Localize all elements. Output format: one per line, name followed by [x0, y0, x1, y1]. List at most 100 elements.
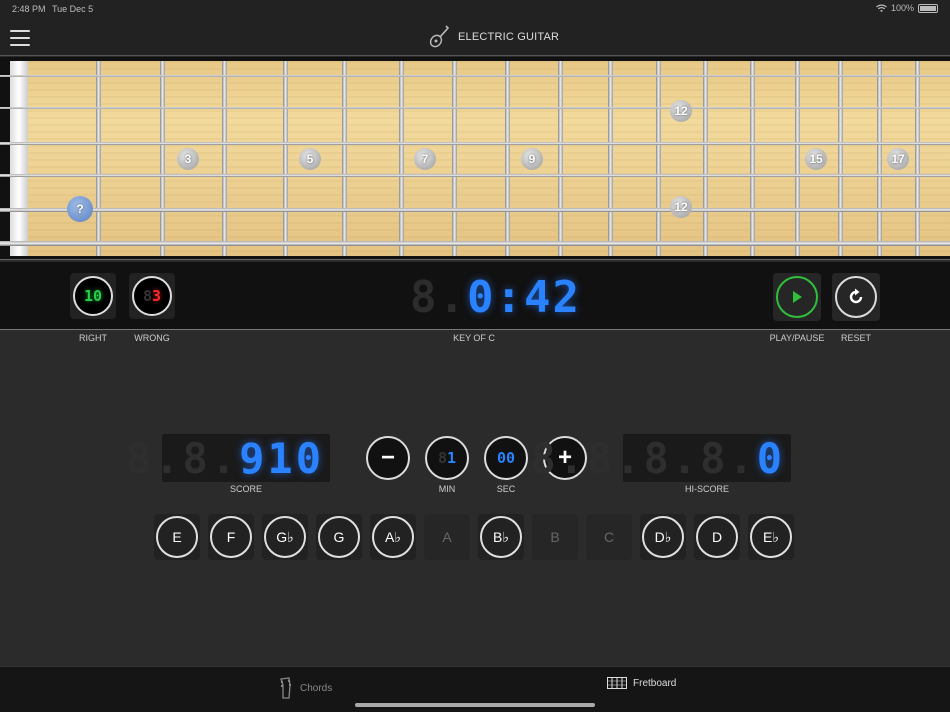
status-date: Tue Dec 5 — [52, 4, 94, 14]
fret-marker-12-bottom: 12 — [670, 196, 692, 218]
note-button-label: B♭ — [480, 516, 522, 558]
guitar-string — [0, 107, 950, 109]
reset-label: RESET — [840, 333, 871, 343]
status-bar: 2:48 PM Tue Dec 5 100% — [0, 0, 950, 18]
timer-display: 8. 0:42 — [410, 271, 579, 323]
note-button[interactable]: E♭ — [748, 514, 794, 560]
hiscore-label: HI-SCORE — [684, 484, 729, 494]
note-button[interactable]: C — [586, 514, 632, 560]
seconds-display: 00 — [484, 436, 528, 480]
fret-marker-15: 15 — [805, 148, 827, 170]
timer-ghost: 8. — [410, 271, 467, 323]
note-button-label: C — [603, 529, 615, 545]
fret-wire — [877, 61, 882, 256]
page-title: ELECTRIC GUITAR — [458, 31, 560, 43]
tab-chords[interactable]: Chords — [278, 677, 332, 699]
fret-wire — [222, 61, 227, 256]
right-count: 10 — [83, 287, 103, 305]
fret-wire — [703, 61, 708, 256]
fret-wire — [656, 61, 661, 256]
tab-chords-label: Chords — [300, 682, 333, 694]
fret-wire — [558, 61, 563, 256]
note-buttons: E F G♭ G A♭ A B♭ B C D♭ D E♭ — [154, 514, 794, 560]
right-counter-ring: 10 — [73, 276, 113, 316]
timer-value: 0:42 — [466, 271, 581, 323]
fret-marker-3: 3 — [177, 148, 199, 170]
note-button[interactable]: E — [154, 514, 200, 560]
wrong-label: WRONG — [134, 333, 170, 343]
hiscore-display: 8.8.8.8. 0 — [530, 433, 791, 483]
fret-wire — [283, 61, 288, 256]
fret-marker-17: 17 — [887, 148, 909, 170]
fret-marker-7: 7 — [414, 148, 436, 170]
note-button-label: A — [442, 529, 452, 545]
wrong-ghost-digit: 8 — [142, 287, 152, 305]
play-ring — [776, 276, 818, 318]
hamburger-line — [10, 44, 30, 46]
fret-wire — [96, 61, 101, 256]
menu-button[interactable] — [10, 30, 30, 46]
control-strip: 10 83 8. 0:42 — [0, 262, 950, 330]
fret-marker-12-top: 12 — [670, 100, 692, 122]
fret-wire — [399, 61, 404, 256]
score-ghost: 8.8. — [125, 433, 240, 483]
fret-wire — [342, 61, 347, 256]
guitar-string — [0, 75, 950, 77]
fret-wire — [750, 61, 755, 256]
note-button-label: D — [696, 516, 738, 558]
home-indicator[interactable] — [355, 703, 595, 707]
fretboard[interactable]: 3 5 7 9 12 12 15 17 ? — [0, 57, 950, 260]
note-button-label: B — [550, 529, 560, 545]
note-button-label: G — [318, 516, 360, 558]
note-button[interactable]: F — [208, 514, 254, 560]
hiscore-value: 0 — [756, 433, 785, 483]
note-button-label: G♭ — [264, 516, 306, 558]
wrong-counter-ring: 83 — [132, 276, 172, 316]
battery-icon — [918, 3, 938, 13]
minutes-display: 81 — [425, 436, 469, 480]
note-button-label: E♭ — [750, 516, 792, 558]
score-label: SCORE — [229, 484, 262, 494]
note-button[interactable]: B♭ — [478, 514, 524, 560]
note-button[interactable]: G♭ — [262, 514, 308, 560]
fret-wire — [505, 61, 510, 256]
reset-ring — [835, 276, 877, 318]
minutes-ghost: 8 — [437, 449, 447, 467]
hamburger-line — [10, 37, 30, 39]
note-button[interactable]: B — [532, 514, 578, 560]
fret-wire — [452, 61, 457, 256]
guitar-string — [0, 208, 950, 212]
fretboard-nut — [10, 61, 28, 256]
right-label: RIGHT — [79, 333, 107, 343]
note-button-label: F — [210, 516, 252, 558]
status-right: 100% — [876, 3, 938, 13]
note-button[interactable]: D — [694, 514, 740, 560]
tab-fretboard[interactable]: Fretboard — [607, 677, 676, 689]
fret-wire — [915, 61, 920, 256]
note-button-label: A♭ — [372, 516, 414, 558]
wifi-icon — [876, 4, 887, 12]
guitar-string — [0, 241, 950, 246]
note-button-label: E — [156, 516, 198, 558]
question-marker[interactable]: ? — [67, 196, 93, 222]
fret-wire — [160, 61, 165, 256]
wrong-counter: 83 — [129, 273, 175, 319]
decrease-time-button[interactable]: − — [366, 436, 410, 480]
hamburger-icon — [10, 30, 30, 32]
note-button[interactable]: D♭ — [640, 514, 686, 560]
note-button[interactable]: G — [316, 514, 362, 560]
score-value: 910 — [239, 433, 324, 483]
fret-wire — [838, 61, 843, 256]
reset-button[interactable] — [832, 273, 880, 321]
note-button[interactable]: A♭ — [370, 514, 416, 560]
note-button-label: D♭ — [642, 516, 684, 558]
note-button[interactable]: A — [424, 514, 470, 560]
play-pause-button[interactable] — [773, 273, 821, 321]
play-pause-label: PLAY/PAUSE — [769, 333, 825, 343]
fret-marker-5: 5 — [299, 148, 321, 170]
hiscore-ghost: 8.8.8.8. — [530, 433, 757, 483]
play-icon — [793, 291, 802, 303]
title-wrap: ELECTRIC GUITAR — [428, 24, 559, 50]
tab-fretboard-label: Fretboard — [633, 677, 677, 689]
minutes-value: 1 — [447, 449, 457, 467]
